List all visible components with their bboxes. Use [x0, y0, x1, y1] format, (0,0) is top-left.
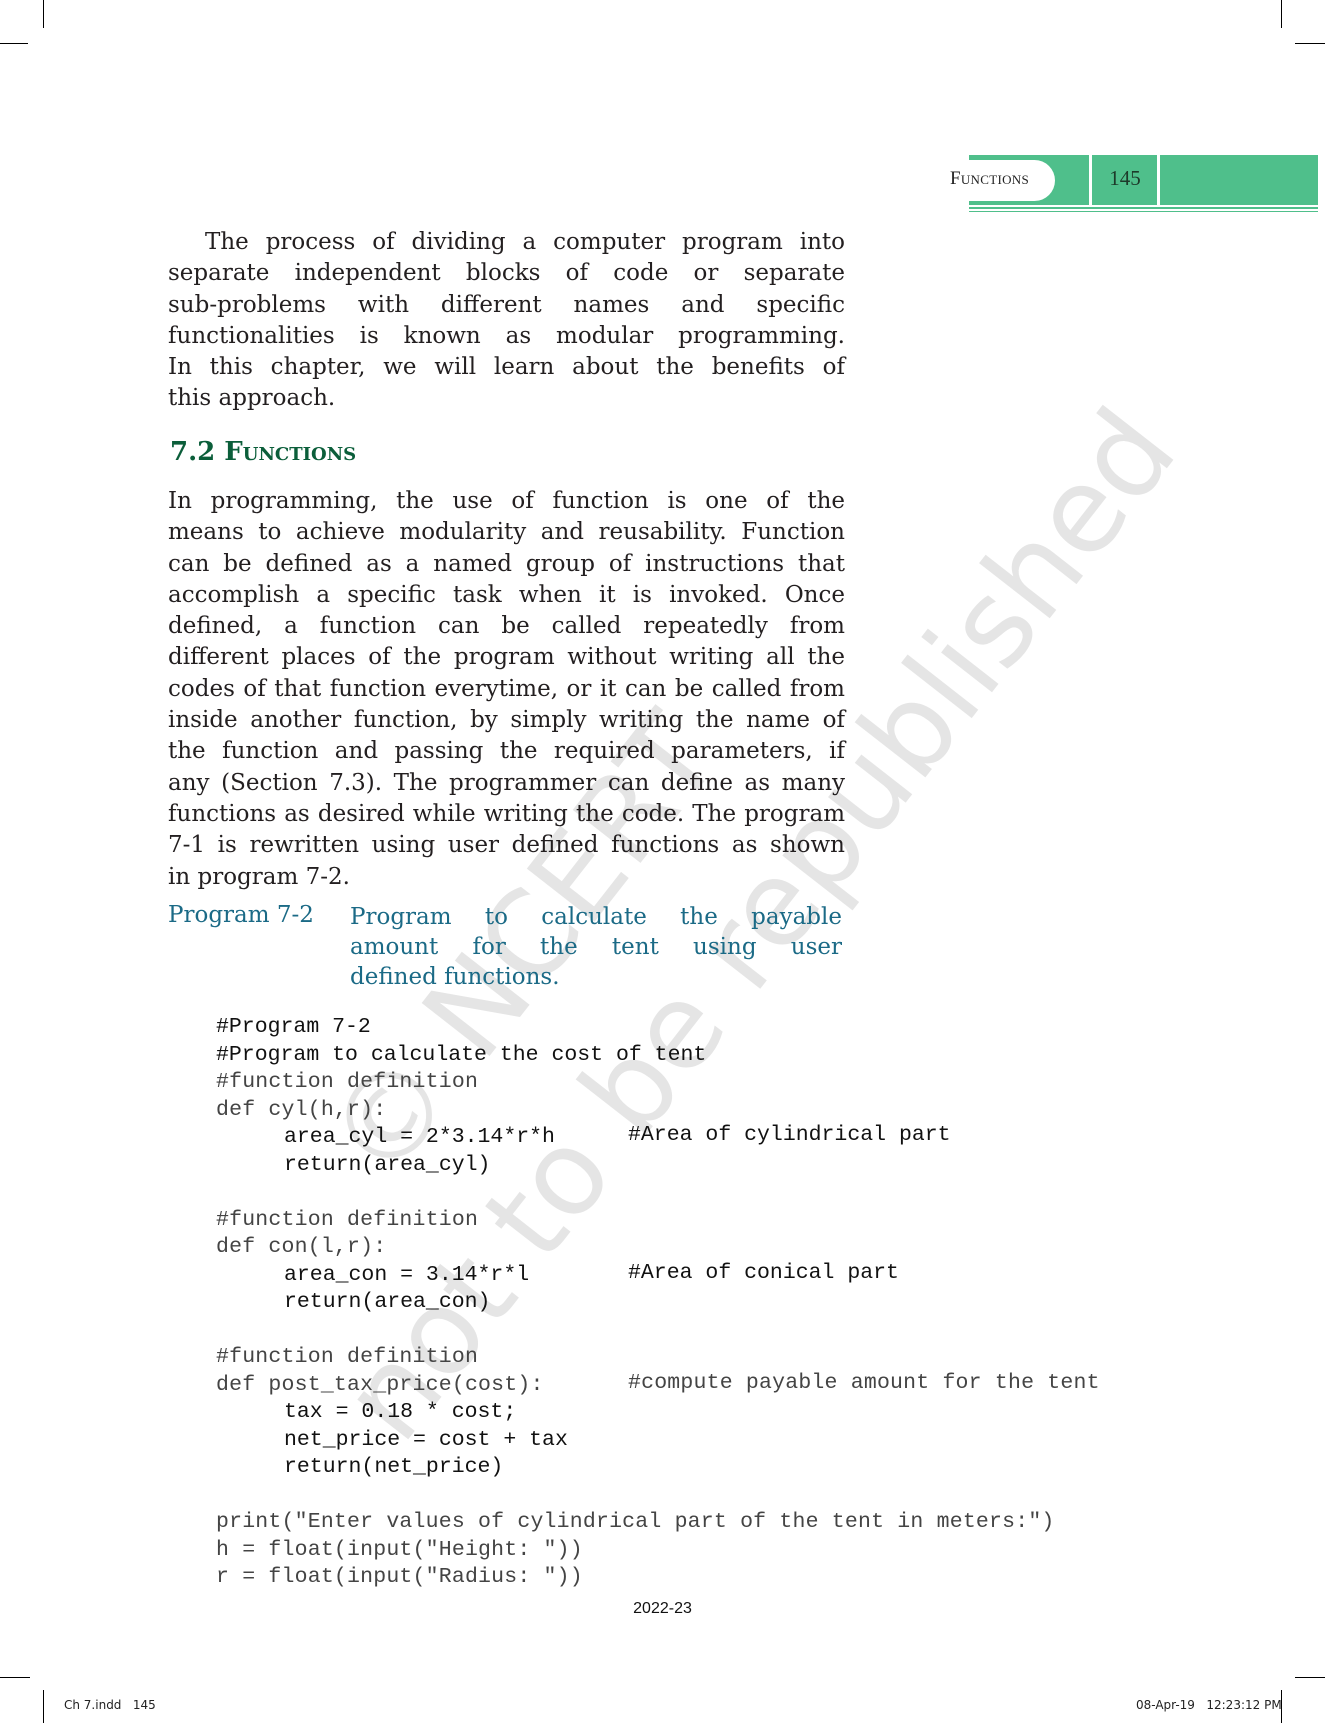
- code-line: net_price = cost + tax: [216, 1425, 1055, 1453]
- code-line: #function definition: [216, 1067, 1055, 1095]
- code-listing: #Program 7-2 #Program to calculate the co…: [216, 1012, 1099, 1590]
- code-text: h = float(input("Height: ")): [216, 1537, 583, 1562]
- code-text: tax = 0.18 * cost;: [284, 1400, 517, 1424]
- code-line: #function definition: [216, 1342, 1055, 1370]
- code-text: #Program 7-2: [216, 1015, 371, 1039]
- section-number: 7.2: [170, 437, 216, 467]
- code-text: return(area_con): [284, 1290, 491, 1314]
- text-line: separate independent blocks of code or s…: [168, 260, 845, 287]
- text-line: can be defined as a named group of instr…: [168, 550, 845, 577]
- text-line: functions as desired while writing the c…: [168, 800, 845, 827]
- section-title: Functions: [224, 437, 357, 467]
- crop-mark-top-right-vertical: [1281, 0, 1282, 28]
- text-line: accomplish a specific task when it is in…: [168, 581, 845, 608]
- code-text: #function definition: [216, 1070, 479, 1094]
- code-line: h = float(input("Height: ")): [216, 1535, 1055, 1563]
- crop-mark-bottom-left-horizontal: [0, 1677, 30, 1678]
- caption-line: defined functions.: [350, 964, 560, 990]
- code-line: return(area_con): [216, 1287, 1055, 1315]
- slug-timestamp: 08-Apr-19 12:23:12 PM: [1136, 1698, 1282, 1712]
- text-line: 7-1 is rewritten using user defined func…: [168, 832, 845, 859]
- crop-mark-top-left-horizontal: [0, 43, 28, 44]
- text-line: The process of dividing a computer progr…: [205, 229, 845, 255]
- text-line: inside another function, by simply writi…: [168, 707, 845, 734]
- header-divider: [1089, 155, 1092, 205]
- text-line: codes of that function everytime, or it …: [168, 675, 845, 702]
- code-text: #Program to calculate the cost of tent: [216, 1042, 707, 1067]
- crop-mark-top-right-horizontal: [1295, 43, 1325, 44]
- program-label: Program 7-2: [168, 902, 314, 928]
- edition-year: 2022-23: [633, 1600, 692, 1617]
- code-text: area_con = 3.14*r*l: [284, 1262, 530, 1287]
- program-caption: Program to calculate the payable amount …: [350, 902, 842, 992]
- header-rule: [969, 211, 1318, 212]
- text-line: any (Section 7.3). The programmer can de…: [168, 769, 845, 796]
- code-line: return(area_cyl): [216, 1150, 1055, 1178]
- code-line: area_cyl = 2*3.14*r*h #Area of cylindrica…: [216, 1122, 1055, 1150]
- text-line: In this chapter, we will learn about the…: [168, 354, 845, 381]
- code-comment: #Area of conical part: [628, 1260, 899, 1285]
- section-heading: 7.2 Functions: [170, 437, 356, 467]
- header-divider: [1157, 155, 1160, 205]
- header-rule: [969, 207, 1318, 209]
- code-comment: #compute payable amount for the tent: [628, 1370, 1100, 1395]
- text-line: the function and passing the required pa…: [168, 738, 845, 765]
- code-line: area_con = 3.14*r*l #Area of conical part: [216, 1260, 1055, 1288]
- slug-file-info: Ch 7.indd 145: [64, 1698, 156, 1712]
- code-text: return(area_cyl): [284, 1152, 491, 1177]
- crop-mark-top-left-vertical: [43, 0, 44, 28]
- code-line: #Program 7-2: [216, 1012, 1055, 1040]
- code-line: r = float(input("Radius: ")): [216, 1562, 1055, 1590]
- text-line: means to achieve modularity and reusabil…: [168, 519, 845, 546]
- code-line: print("Enter values of cylindrical part …: [216, 1507, 1055, 1535]
- code-text: area_cyl = 2*3.14*r*h: [284, 1125, 555, 1149]
- code-line: def post_tax_price(cost): #compute payabl…: [216, 1370, 1099, 1398]
- code-text: r = float(input("Radius: ")): [216, 1565, 583, 1589]
- code-text: net_price = cost + tax: [284, 1427, 568, 1452]
- code-line: #Program to calculate the cost of tent: [216, 1040, 1055, 1068]
- caption-line: Program to calculate the payable: [350, 904, 842, 930]
- text-line: sub-problems with different names and sp…: [168, 291, 845, 318]
- code-text: #function definition: [216, 1207, 479, 1232]
- section-paragraph: In programming, the use of function is o…: [168, 486, 845, 893]
- code-line: return(net_price): [216, 1452, 1055, 1480]
- text-line: functionalities is known as modular prog…: [168, 322, 845, 349]
- text-line: defined, a function can be called repeat…: [168, 613, 845, 640]
- page-number: 145: [1109, 166, 1141, 190]
- intro-paragraph: The process of dividing a computer progr…: [168, 227, 845, 415]
- code-text: #function definition: [216, 1345, 479, 1369]
- crop-mark-bottom-right-horizontal: [1295, 1677, 1325, 1678]
- code-line: def con(l,r):: [216, 1232, 1055, 1260]
- code-text: def post_tax_price(cost):: [216, 1372, 544, 1397]
- header-section-title: Functions: [950, 168, 1029, 189]
- text-line: this approach.: [168, 385, 336, 412]
- code-text: print("Enter values of cylindrical part …: [216, 1510, 1055, 1534]
- code-line: def cyl(h,r):: [216, 1095, 1055, 1123]
- code-text: def con(l,r):: [216, 1235, 387, 1259]
- code-line: #function definition: [216, 1205, 1055, 1233]
- crop-mark-bottom-left-vertical: [43, 1690, 44, 1723]
- code-line: tax = 0.18 * cost;: [216, 1397, 1055, 1425]
- code-comment: #Area of cylindrical part: [628, 1123, 951, 1147]
- text-line: different places of the program without …: [168, 644, 845, 671]
- code-text: return(net_price): [284, 1455, 504, 1479]
- text-line: In programming, the use of function is o…: [168, 488, 845, 514]
- caption-line: amount for the tent using user: [350, 934, 842, 960]
- code-text: def cyl(h,r):: [216, 1097, 387, 1122]
- text-line: in program 7-2.: [168, 863, 350, 890]
